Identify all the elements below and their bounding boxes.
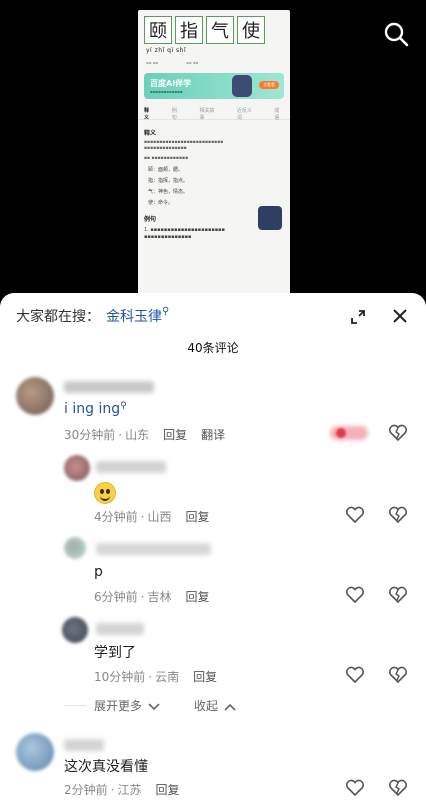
dislike-icon[interactable] <box>388 506 408 524</box>
comment-text: i ing ing⚲ <box>64 401 127 417</box>
like-icon[interactable] <box>345 666 365 684</box>
dislike-icon[interactable] <box>388 424 408 442</box>
dislike-icon[interactable] <box>388 586 408 604</box>
comment-sheet: 大家都在搜： 金科玉律⚲ 40条评论 i ing ing⚲ 30分钟前 · 山东 回复翻… <box>0 293 426 800</box>
comment-text: p <box>94 564 103 580</box>
idiom-title: 颐 指 气 使 <box>138 10 290 44</box>
comment-meta: 6分钟前 · 吉林 回复 <box>94 590 210 604</box>
meaning-text: ▪▪▪▪▪▪▪▪▪▪▪▪▪▪▪▪▪▪▪▪▪▪▪▪▪▪ ▪▪▪▪▪▪▪▪▪▪▪▪▪▪ <box>144 140 224 152</box>
idiom-char: 指 <box>175 16 203 44</box>
robot-icon <box>232 75 252 97</box>
comment-keyword[interactable]: i ing ing <box>64 401 120 417</box>
usage-text: ▪▪ ▪▪▪▪▪▪▪▪▪▪▪▪ <box>144 155 189 161</box>
comment-time: 30分钟前 <box>64 428 116 442</box>
comment-text: 这次真没看懂 <box>64 759 148 775</box>
avatar[interactable] <box>64 455 90 481</box>
ai-banner-subtitle: ▪▪▪▪▪▪▪▪▪▪▪▪ <box>150 89 183 94</box>
expand-more-button[interactable]: 展开更多 <box>94 697 160 714</box>
ai-banner-button: 去看看 <box>259 81 279 89</box>
expand-icon[interactable] <box>350 309 366 325</box>
avatar[interactable] <box>62 617 88 643</box>
username[interactable] <box>96 623 144 635</box>
comment-location: 江苏 <box>117 783 142 797</box>
username[interactable] <box>96 461 166 473</box>
avatar[interactable] <box>16 733 54 771</box>
idiom-char: 颐 <box>144 16 172 44</box>
comment-meta: 4分钟前 · 山西 回复 <box>94 510 210 524</box>
like-icon <box>336 428 346 438</box>
comment-time: 4分钟前 <box>94 510 138 524</box>
chevron-up-icon <box>224 703 236 711</box>
idiom-char: 气 <box>206 16 234 44</box>
idiom-char: 使 <box>237 16 265 44</box>
reply-button[interactable]: 回复 <box>185 510 209 524</box>
grinning-emoji <box>94 482 116 504</box>
trending-search-prefix: 大家都在搜： <box>16 309 100 325</box>
video-area[interactable]: 颐 指 气 使 yí zhǐ qì shǐ ▪▪ ▪▪ ▪▪ ▪▪ 百度AI伴学 … <box>0 0 426 300</box>
idiom-tabs: 释义 例句 相关故事 近反义词 成语 <box>138 99 290 121</box>
dislike-icon[interactable] <box>388 666 408 684</box>
like-icon[interactable] <box>345 586 365 604</box>
idiom-meta: ▪▪ ▪▪ ▪▪ ▪▪ <box>146 60 199 65</box>
comment-time: 10分钟前 <box>94 670 146 684</box>
trending-search[interactable]: 大家都在搜： 金科玉律⚲ <box>16 306 169 326</box>
reply-button[interactable]: 回复 <box>193 670 217 684</box>
gloss-item: 指：指挥，指点。 <box>148 177 189 184</box>
search-icon: ⚲ <box>120 401 127 411</box>
comment-location: 山东 <box>125 428 150 442</box>
translate-button[interactable]: 翻译 <box>201 428 225 442</box>
comment-count: 40条评论 <box>187 341 239 355</box>
gloss-item: 气：神色，情态。 <box>148 188 189 195</box>
comment-location: 吉林 <box>147 590 172 604</box>
reply-button[interactable]: 回复 <box>155 783 179 797</box>
search-icon: ⚲ <box>162 306 170 317</box>
tab-story: 相关故事 <box>199 108 215 121</box>
expand-more-label: 展开更多 <box>94 699 143 713</box>
comment-meta: 10分钟前 · 云南 回复 <box>94 670 218 684</box>
meaning-heading: 释义 <box>144 130 157 137</box>
idiom-pinyin: yí zhǐ qì shǐ <box>146 47 187 54</box>
collapse-label: 收起 <box>194 699 219 713</box>
avatar[interactable] <box>64 537 86 559</box>
username[interactable] <box>64 381 154 393</box>
collapse-button[interactable]: 收起 <box>194 697 236 714</box>
comment-text: 学到了 <box>94 645 136 661</box>
chevron-down-icon <box>148 702 160 710</box>
gloss-item: 颐：面颊，腮。 <box>148 166 184 173</box>
tab-idiom: 成语 <box>274 108 280 121</box>
tab-synonyms: 近反义词 <box>236 108 252 121</box>
comment-time: 6分钟前 <box>94 590 138 604</box>
comment-time: 2分钟前 <box>64 783 108 797</box>
divider <box>64 705 86 706</box>
like-icon[interactable] <box>345 506 365 524</box>
close-icon[interactable] <box>392 308 408 324</box>
reply-button[interactable]: 回复 <box>185 590 209 604</box>
ai-banner: 百度AI伴学 ▪▪▪▪▪▪▪▪▪▪▪▪ 去看看 <box>144 73 284 99</box>
username[interactable] <box>96 543 211 555</box>
reply-button[interactable]: 回复 <box>163 428 187 442</box>
comment-meta: 30分钟前 · 山东 回复 翻译 <box>64 428 226 442</box>
tab-examples: 例句 <box>171 108 177 121</box>
comment-location: 山西 <box>147 510 172 524</box>
username[interactable] <box>64 739 104 751</box>
like-icon[interactable] <box>345 779 365 797</box>
gloss-item: 使：命令。 <box>148 199 174 206</box>
comment-meta: 2分钟前 · 江苏 回复 <box>64 783 180 797</box>
trending-search-keyword[interactable]: 金科玉律 <box>106 309 162 325</box>
tab-meaning: 释义 <box>144 108 150 121</box>
sticker-icon <box>258 206 282 230</box>
ai-banner-title: 百度AI伴学 <box>150 79 192 88</box>
search-icon[interactable] <box>382 20 410 48</box>
comment-location: 云南 <box>155 670 180 684</box>
dislike-icon[interactable] <box>388 779 408 797</box>
video-frame: 颐 指 气 使 yí zhǐ qì shǐ ▪▪ ▪▪ ▪▪ ▪▪ 百度AI伴学 … <box>138 10 290 300</box>
avatar[interactable] <box>16 377 54 415</box>
